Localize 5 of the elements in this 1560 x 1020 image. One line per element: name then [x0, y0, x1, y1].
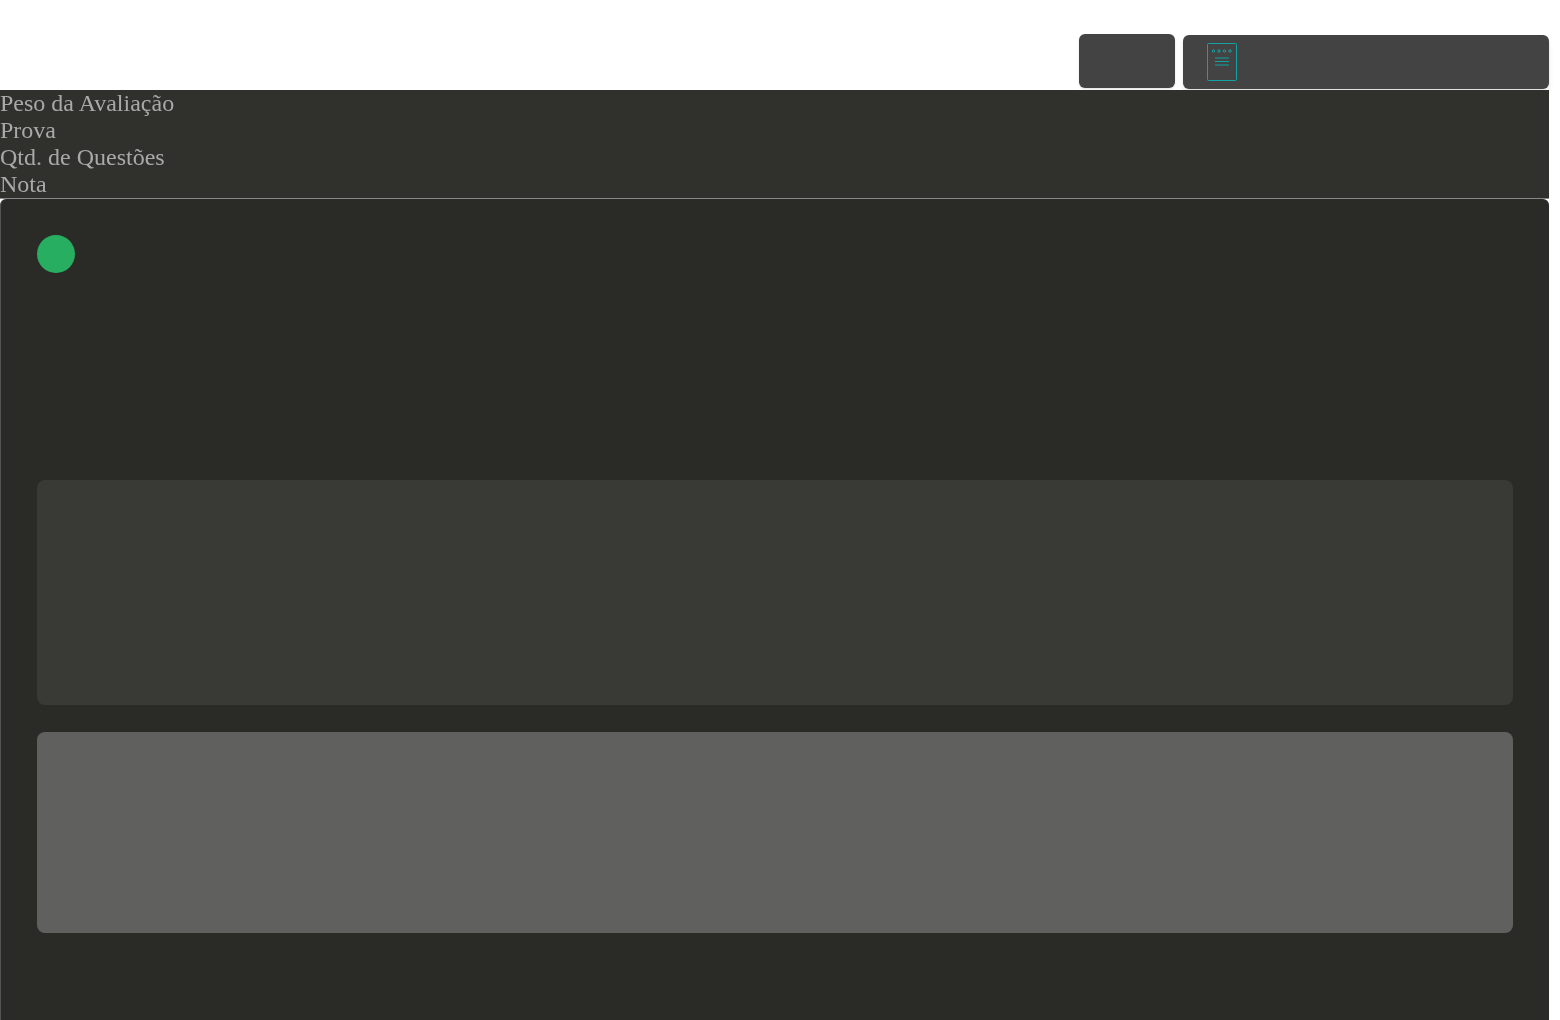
field-label: Nota — [0, 171, 47, 198]
field-label: Prova — [0, 117, 56, 144]
field-label: Qtd. de Questões — [0, 144, 165, 171]
document-icon[interactable] — [1207, 43, 1237, 81]
field-label: Peso da Avaliação — [0, 90, 175, 117]
